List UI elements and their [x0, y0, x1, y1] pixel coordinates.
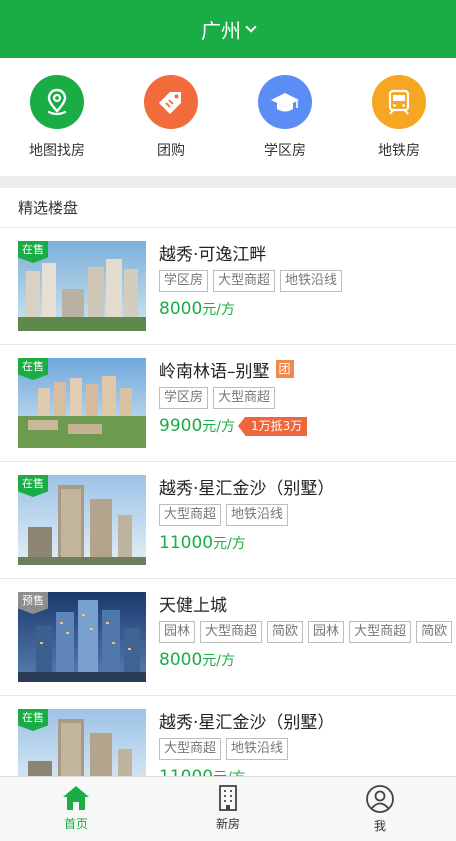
listing-item[interactable]: 在售 越秀·星汇金沙（别墅） 大型商超 地铁沿线 11000元/方 — [0, 462, 456, 579]
listing-name-text: 越秀·可逸江畔 — [159, 244, 267, 265]
listing-info: 天健上城 园林 大型商超 简欧 园林 大型商超 简欧 8000 元/方 — [159, 592, 456, 695]
building-icon — [219, 785, 237, 811]
quick-nav-subway[interactable]: 地铁房 — [349, 75, 449, 160]
listing-name-text: 岭南林语–别墅 — [159, 361, 270, 382]
listing-tags: 园林 大型商超 简欧 园林 大型商超 简欧 — [159, 621, 456, 643]
listing-name-text: 越秀·星汇金沙（别墅） — [159, 478, 335, 499]
quick-nav-map-search[interactable]: 地图找房 — [7, 75, 107, 160]
listing-name-text: 越秀·星汇金沙（别墅） — [159, 712, 335, 733]
tab-me[interactable]: 我 — [325, 777, 435, 841]
tab-label: 首页 — [63, 817, 88, 831]
price-row: 11000元/方 — [159, 767, 456, 776]
listing-photo: 在售 — [18, 475, 146, 565]
tab-new-homes[interactable]: 新房 — [173, 777, 283, 841]
listing-name: 越秀·星汇金沙（别墅） — [159, 709, 456, 733]
feature-tag: 地铁沿线 — [280, 270, 343, 292]
listing-price: 11000 — [159, 767, 213, 776]
map-pin-icon — [30, 75, 84, 129]
feature-tag: 大型商超 — [349, 621, 412, 643]
listing-tags: 学区房 大型商超 地铁沿线 — [159, 270, 456, 292]
price-row: 8000 元/方 — [159, 650, 456, 670]
listing-price: 8000 — [159, 650, 203, 670]
home-icon — [63, 786, 89, 810]
listing-tags: 大型商超 地铁沿线 — [159, 504, 456, 526]
price-unit: 元/方 — [202, 653, 235, 669]
price-row: 11000元/方 — [159, 533, 456, 553]
listing-list: 在售 越秀·可逸江畔 学区房 大型商超 地铁沿线 8000 元/方 在售 岭南林… — [0, 228, 456, 776]
price-unit: 元/方 — [213, 536, 246, 552]
tab-label: 新房 — [215, 817, 240, 831]
promo-badge: 1万抵3万 — [237, 416, 308, 436]
listing-tags: 大型商超 地铁沿线 — [159, 738, 456, 760]
listing-info: 越秀·星汇金沙（别墅） 大型商超 地铁沿线 11000元/方 — [159, 475, 456, 578]
quick-nav-label: 地图找房 — [29, 143, 85, 159]
listing-item[interactable]: 在售 越秀·星汇金沙（别墅） 大型商超 地铁沿线 11000元/方 — [0, 696, 456, 776]
price-row: 8000 元/方 — [159, 299, 456, 319]
price-row: 9900 元/方 1万抵3万 — [159, 416, 456, 436]
feature-tag: 大型商超 — [159, 738, 222, 760]
feature-tag: 园林 — [308, 621, 345, 643]
listing-name: 越秀·可逸江畔 — [159, 241, 456, 265]
listing-info: 越秀·可逸江畔 学区房 大型商超 地铁沿线 8000 元/方 — [159, 241, 456, 344]
city-selector[interactable]: 广州 — [201, 15, 257, 44]
group-buy-badge: 团 — [275, 360, 294, 378]
listing-photo: 在售 — [18, 241, 146, 331]
listing-photo: 预售 — [18, 592, 146, 682]
graduation-cap-icon — [258, 75, 312, 129]
city-name: 广州 — [201, 18, 241, 43]
listing-name: 岭南林语–别墅团 — [159, 358, 456, 382]
price-unit: 元/方 — [202, 419, 235, 435]
feature-tag: 大型商超 — [213, 387, 276, 409]
quick-nav: 地图找房 团购 学区房 地铁房 — [0, 58, 456, 176]
header-bar: 广州 — [0, 0, 456, 58]
price-tag-icon — [144, 75, 198, 129]
feature-tag: 大型商超 — [200, 621, 263, 643]
listing-price: 11000 — [159, 533, 214, 553]
feature-tag: 大型商超 — [159, 504, 222, 526]
section-title: 精选楼盘 — [0, 188, 456, 228]
quick-nav-label: 团购 — [157, 143, 185, 159]
listing-price: 8000 — [159, 299, 203, 319]
feature-tag: 园林 — [159, 621, 196, 643]
app-root: 广州 地图找房 团购 学区房 地铁房 精选楼盘 在售 越秀·可逸江畔 学区房 大… — [0, 0, 456, 841]
price-unit: 元/方 — [202, 302, 235, 318]
chevron-down-icon — [245, 21, 257, 33]
feature-tag: 大型商超 — [213, 270, 276, 292]
quick-nav-label: 地铁房 — [378, 143, 420, 159]
listing-tags: 学区房 大型商超 — [159, 387, 456, 409]
listing-name-text: 天健上城 — [159, 595, 227, 616]
section-divider — [0, 176, 456, 188]
tab-label: 我 — [373, 819, 386, 833]
feature-tag: 学区房 — [159, 270, 209, 292]
feature-tag: 简欧 — [416, 621, 453, 643]
subway-icon — [372, 75, 426, 129]
listing-item[interactable]: 在售 岭南林语–别墅团 学区房 大型商超 9900 元/方 1万抵3万 — [0, 345, 456, 462]
feature-tag: 地铁沿线 — [226, 504, 289, 526]
feature-tag: 学区房 — [159, 387, 209, 409]
listing-item[interactable]: 在售 越秀·可逸江畔 学区房 大型商超 地铁沿线 8000 元/方 — [0, 228, 456, 345]
listing-name: 天健上城 — [159, 592, 456, 616]
feature-tag: 简欧 — [267, 621, 304, 643]
quick-nav-school-district[interactable]: 学区房 — [235, 75, 335, 160]
listing-item[interactable]: 预售 天健上城 园林 大型商超 简欧 园林 大型商超 简欧 8000 元/方 — [0, 579, 456, 696]
user-icon — [366, 785, 394, 813]
listing-info: 越秀·星汇金沙（别墅） 大型商超 地铁沿线 11000元/方 — [159, 709, 456, 776]
listing-price: 9900 — [159, 416, 203, 436]
listing-photo: 在售 — [18, 358, 146, 448]
listing-name: 越秀·星汇金沙（别墅） — [159, 475, 456, 499]
listing-photo: 在售 — [18, 709, 146, 776]
price-unit: 元/方 — [213, 767, 246, 776]
tab-home[interactable]: 首页 — [21, 777, 131, 841]
feature-tag: 地铁沿线 — [226, 738, 289, 760]
quick-nav-label: 学区房 — [264, 143, 306, 159]
quick-nav-group-buy[interactable]: 团购 — [121, 75, 221, 160]
listing-info: 岭南林语–别墅团 学区房 大型商超 9900 元/方 1万抵3万 — [159, 358, 456, 461]
bottom-tab-bar: 首页 新房 我 — [0, 776, 456, 841]
